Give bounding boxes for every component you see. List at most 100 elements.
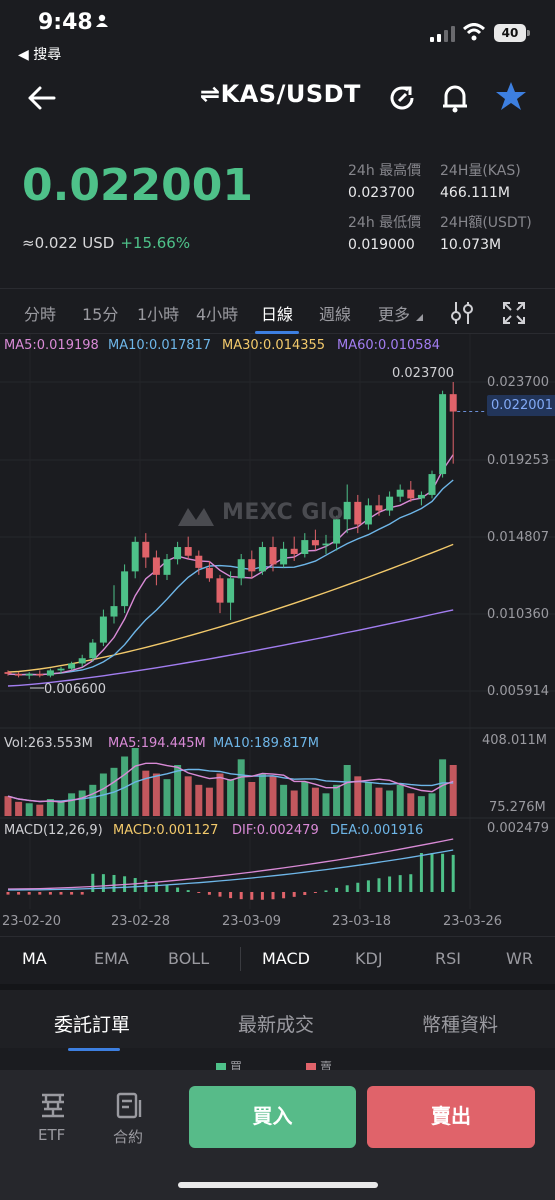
volume-axis-top: 408.011M [482,733,547,748]
active-section-underline [68,1048,120,1051]
macd-histogram-bar [207,892,211,895]
sell-button[interactable]: 賣出 [367,1086,535,1148]
swap-icon: ⇌ [200,80,221,108]
indicator-ema[interactable]: EMA [94,949,129,968]
price-change: +15.66% [120,234,191,252]
stat-value: 0.019000 [348,237,415,253]
contract-label[interactable]: 合約 [113,1126,143,1147]
tab-more[interactable]: 更多 [378,301,410,325]
price-chart[interactable] [0,334,555,934]
indicator-kdj[interactable]: KDJ [355,949,383,968]
tab-4h[interactable]: 4小時 [196,301,238,325]
macd-histogram-bar [186,890,190,892]
macd-histogram-bar [313,892,317,893]
candle-down [354,501,362,525]
macd-histogram-bar [112,874,116,892]
tab-trades[interactable]: 最新成交 [238,1010,314,1037]
macd-histogram-bar [101,874,105,892]
back-arrow-icon[interactable] [26,82,58,114]
candle-down [375,505,383,511]
buy-button[interactable]: 買入 [189,1086,356,1148]
ma5-legend: MA5:0.019198 [4,338,99,353]
candle-up [99,616,107,643]
volume-bar [322,793,330,816]
candle-up [417,494,425,499]
bottom-action-bar: ETF 合約 買入 賣出 [0,1070,555,1200]
macd-histogram-bar [388,876,392,892]
volume-bar [25,803,33,816]
macd-histogram-bar [398,875,402,892]
tab-orders[interactable]: 委託訂單 [54,1010,130,1037]
volume-bar [163,779,171,816]
usd-value: ≈0.022 USD [22,234,115,252]
macd-params-legend: MACD(12,26,9) [4,823,103,838]
signal-icon [430,26,455,42]
stat-value: 10.073M [440,237,502,253]
stat-value: 0.023700 [348,185,415,201]
macd-histogram-bar [303,892,307,896]
candle-down [449,394,457,412]
indicator-ma[interactable]: MA [22,949,47,968]
bell-icon[interactable] [440,82,470,114]
tab-15m[interactable]: 15分 [82,301,118,325]
volume-ma10-legend: MA10:189.817M [213,736,320,751]
stat-volume: 24H量(KAS) 466.111M [440,160,540,201]
candle-up [343,501,351,520]
volume-bar [174,765,182,816]
tab-timeline[interactable]: 分時 [24,301,56,325]
refresh-icon[interactable] [386,82,418,114]
contract-icon[interactable] [116,1092,144,1120]
volume-bar [428,793,436,816]
pair-title[interactable]: ⇌KAS/USDT [200,80,361,108]
macd-histogram-bar [91,873,95,892]
dea-line [8,849,454,891]
indicator-rsi[interactable]: RSI [435,949,461,968]
candle-down [290,548,298,554]
indicator-wr[interactable]: WR [506,949,533,968]
candle-down [269,547,277,565]
macd-histogram-bar [6,892,10,895]
date-label: 23-02-28 [111,914,171,929]
status-time: 9:48 [38,10,93,35]
indicator-boll[interactable]: BOLL [168,949,209,968]
tab-daily[interactable]: 日線 [261,301,293,325]
current-price-tag: 0.022001 [487,395,555,416]
back-to-search-link[interactable]: ◀ 搜尋 [18,44,61,64]
volume-bar [216,773,224,816]
tab-weekly[interactable]: 週線 [319,301,351,325]
volume-bar [258,773,266,816]
indicator-macd[interactable]: MACD [262,949,310,968]
candle-down [205,567,213,579]
macd-histogram-bar [441,853,445,892]
volume-bar [311,787,319,816]
macd-histogram-bar [260,892,264,900]
fullscreen-icon[interactable] [502,301,526,325]
macd-histogram-bar [239,892,243,900]
macd-histogram-bar [356,882,360,892]
etf-icon[interactable] [40,1092,66,1120]
dea-legend: DEA:0.001916 [330,823,424,838]
stat-label: 24H額(USDT) [440,215,532,231]
volume-bar [280,784,288,816]
indicator-settings-icon[interactable] [449,300,475,326]
candle-up [25,673,33,676]
macd-histogram-bar [229,892,233,899]
etf-label[interactable]: ETF [38,1126,65,1144]
candle-up [46,670,54,676]
macd-histogram-bar [165,884,169,892]
favorite-star-icon[interactable] [495,80,527,112]
macd-histogram-bar [324,890,328,892]
volume-ma5-legend: MA5:194.445M [108,736,206,751]
mexc-logo-icon [178,508,214,526]
macd-histogram-bar [80,892,84,895]
volume-axis-bottom: 75.276M [489,800,546,815]
candle-up [121,571,129,607]
ma60-line [7,609,454,687]
person-icon [96,14,108,27]
tab-coin-info[interactable]: 幣種資料 [422,1010,498,1037]
macd-histogram-bar [377,878,381,892]
volume-bar [301,782,309,816]
tab-1h[interactable]: 1小時 [137,301,179,325]
volume-bar [89,784,97,816]
pair-name: KAS/USDT [220,80,361,108]
